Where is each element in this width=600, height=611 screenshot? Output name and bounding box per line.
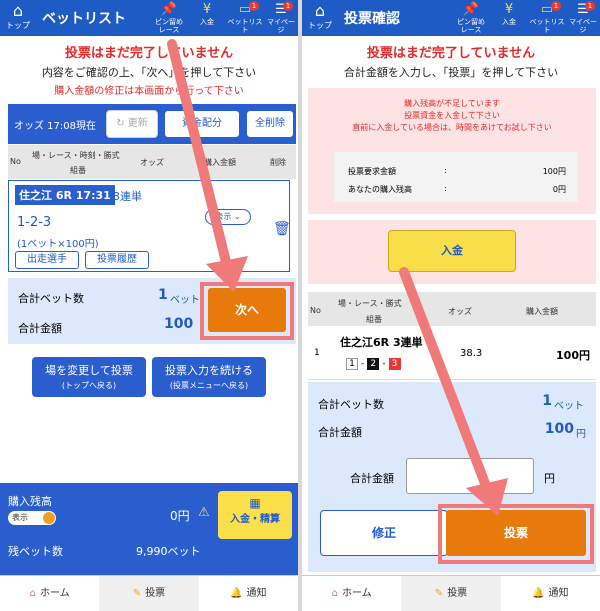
arrow-to-next (167, 39, 248, 292)
bet-list-screen: ⌂ トップ ベットリスト 📌 ピン留め レース ¥ 入金 ▭ 1 ベットリスト ☰ 1 マイペ… (0, 0, 298, 611)
vote-confirm-screen: ⌂ トップ 投票確認 📌 ピン留め レース ¥ 入金 ▭ 1 ベットリスト ☰ 1 マイページ… (302, 0, 600, 611)
arrow-to-vote (399, 267, 508, 516)
